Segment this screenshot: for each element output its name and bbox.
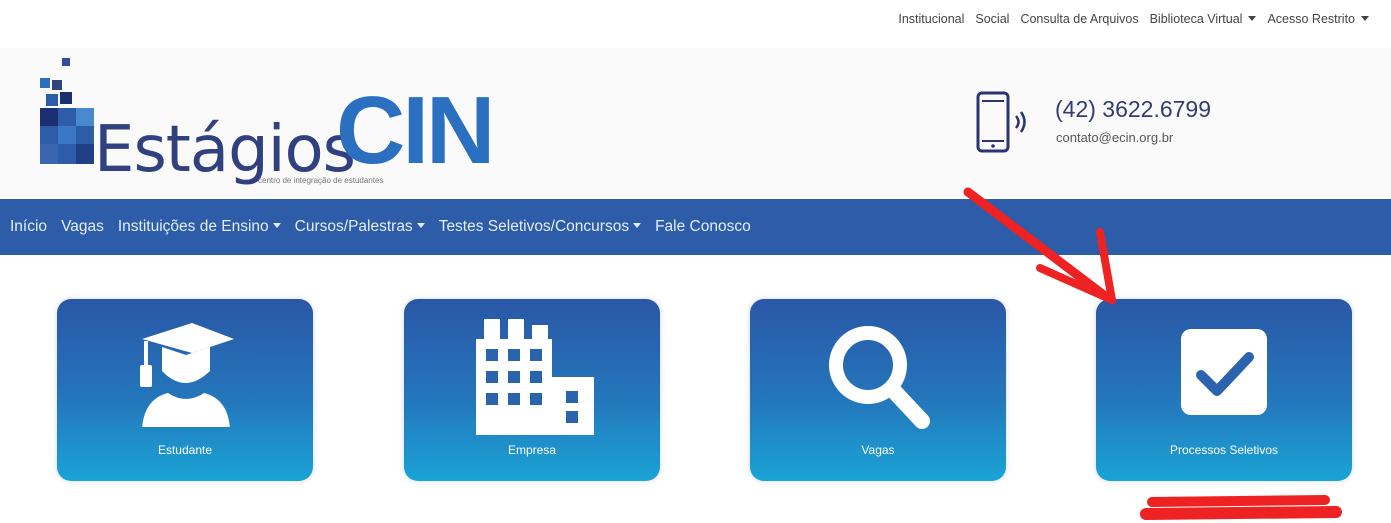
tile-label: Estudante <box>157 443 213 457</box>
main-nav: Início Vagas Instituições de Ensino Curs… <box>0 199 1391 255</box>
tile-label: Processos Seletivos <box>1169 443 1279 457</box>
building-icon <box>476 319 594 435</box>
top-link-acesso-restrito[interactable]: Acesso Restrito <box>1267 12 1369 26</box>
search-icon <box>829 326 930 429</box>
nav-item-instituicoes[interactable]: Instituições de Ensino <box>118 218 281 236</box>
phone-number: (42) 3622.6799 <box>1055 96 1212 122</box>
red-underline-annotation <box>1140 495 1342 520</box>
caret-down-icon <box>1248 16 1257 21</box>
logo-tagline: centro de integração de estudantes <box>258 176 384 185</box>
tile-vagas[interactable]: Vagas <box>750 299 1006 481</box>
nav-item-vagas[interactable]: Vagas <box>61 218 104 236</box>
tile-empresa[interactable]: Empresa <box>404 299 660 481</box>
graduate-icon <box>140 323 234 427</box>
checkbox-icon <box>1181 329 1267 415</box>
top-link-institucional[interactable]: Institucional <box>898 12 964 26</box>
tile-label: Vagas <box>861 443 895 457</box>
phone-icon <box>976 91 1026 153</box>
top-link-consulta-arquivos[interactable]: Consulta de Arquivos <box>1020 12 1138 26</box>
tile-processos-seletivos[interactable]: Processos Seletivos <box>1096 299 1352 481</box>
caret-down-icon <box>416 223 425 228</box>
top-utility-bar: Institucional Social Consulta de Arquivo… <box>887 12 1369 26</box>
site-header: Estágios CIN centro de integração de est… <box>0 48 1391 198</box>
tile-label: Empresa <box>507 443 557 457</box>
caret-down-icon <box>633 223 642 228</box>
tile-estudante[interactable]: Estudante <box>57 299 313 481</box>
nav-item-testes[interactable]: Testes Seletivos/Concursos <box>439 218 642 236</box>
contact-email[interactable]: contato@ecin.org.br <box>1056 130 1173 145</box>
logo-brand: CIN <box>336 77 495 184</box>
nav-item-cursos[interactable]: Cursos/Palestras <box>295 218 425 236</box>
site-logo[interactable]: Estágios CIN centro de integração de est… <box>36 58 496 198</box>
nav-item-inicio[interactable]: Início <box>10 218 47 236</box>
logo-pixel-mark-icon <box>40 58 94 164</box>
caret-down-icon <box>1361 16 1369 21</box>
nav-item-fale-conosco[interactable]: Fale Conosco <box>655 218 751 236</box>
caret-down-icon <box>272 223 281 228</box>
top-link-biblioteca-virtual[interactable]: Biblioteca Virtual <box>1150 12 1257 26</box>
top-link-social[interactable]: Social <box>975 12 1009 26</box>
